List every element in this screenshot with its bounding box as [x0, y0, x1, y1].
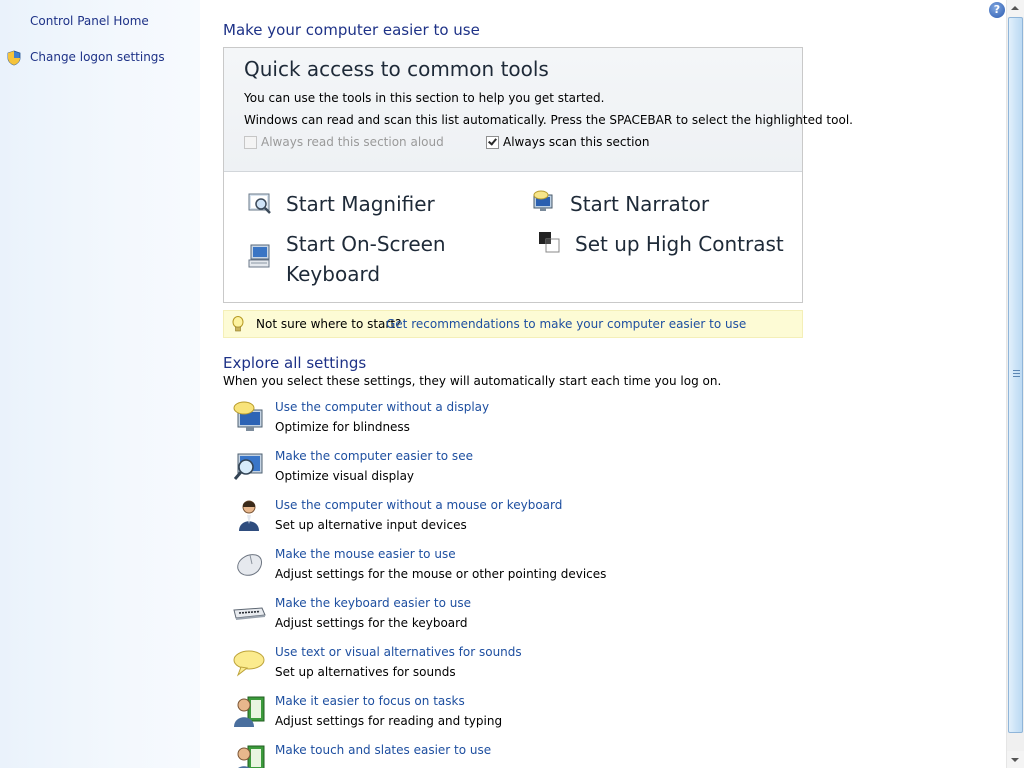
setting-desc: Optimize for blindness [275, 420, 410, 434]
quick-access-line2: Windows can read and scan this list auto… [244, 113, 853, 127]
scan-checkbox[interactable] [486, 135, 499, 149]
monitor-magnifier-icon [233, 453, 263, 480]
person-speaking-icon [239, 500, 259, 531]
setting-link[interactable]: Make touch and slates easier to use [275, 743, 491, 757]
control-panel-home-link[interactable]: Control Panel Home [30, 14, 149, 28]
on-screen-keyboard-icon [248, 244, 270, 268]
setting-desc: Adjust settings for the keyboard [275, 616, 468, 630]
scroll-down-button[interactable] [1007, 751, 1024, 768]
mouse-icon [237, 554, 262, 576]
scan-label: Always scan this section [503, 135, 650, 149]
setting-link[interactable]: Make the keyboard easier to use [275, 596, 471, 610]
grip-line [1013, 370, 1020, 371]
setting-link[interactable]: Make the computer easier to see [275, 449, 473, 463]
setting-sound-alternatives: Use text or visual alternatives for soun… [232, 645, 792, 685]
setting-mouse: Make the mouse easier to use Adjust sett… [232, 547, 792, 587]
explore-settings-title: Explore all settings [223, 354, 367, 372]
narrator-icon [533, 190, 553, 211]
checkmark-icon [488, 135, 497, 146]
setting-desc: Set up alternatives for sounds [275, 665, 456, 679]
monitor-speech-icon [233, 401, 263, 431]
read-aloud-option: Always read this section aloud [244, 135, 444, 149]
keyboard-icon [233, 607, 266, 620]
scroll-up-button[interactable] [1007, 0, 1024, 17]
left-nav-pane: Control Panel Home Change logon settings [0, 0, 200, 768]
person-book-icon [234, 696, 265, 727]
osk-label-line1: Start On-Screen [286, 232, 446, 256]
setting-touch-slates: Make touch and slates easier to use [232, 743, 792, 768]
start-magnifier-button[interactable]: Start Magnifier [286, 189, 435, 219]
read-aloud-checkbox[interactable] [244, 135, 257, 149]
setting-focus-tasks: Make it easier to focus on tasks Adjust … [232, 694, 792, 734]
page-title: Make your computer easier to use [223, 21, 480, 39]
start-narrator-button[interactable]: Start Narrator [570, 189, 709, 219]
get-recommendations-link[interactable]: Get recommendations to make your compute… [386, 317, 746, 331]
setting-desc: Adjust settings for reading and typing [275, 714, 503, 728]
high-contrast-icon [539, 232, 560, 253]
magnifier-icon [248, 193, 271, 214]
recommendation-tip-bar: Not sure where to start? Get recommendat… [223, 310, 803, 338]
arrow-up-icon [1011, 6, 1019, 10]
change-logon-settings-link[interactable]: Change logon settings [30, 50, 165, 64]
tip-text: Not sure where to start? [256, 317, 402, 331]
lightbulb-icon [232, 316, 244, 332]
shield-icon [7, 50, 21, 66]
setting-keyboard: Make the keyboard easier to use Adjust s… [232, 596, 792, 636]
grip-line [1013, 376, 1020, 377]
setting-desc: Optimize visual display [275, 469, 415, 483]
read-aloud-label: Always read this section aloud [261, 135, 444, 149]
setting-link[interactable]: Use the computer without a display [275, 400, 489, 414]
setting-without-mouse-keyboard: Use the computer without a mouse or keyb… [232, 498, 792, 538]
scan-option: Always scan this section [486, 135, 649, 149]
explore-settings-desc: When you select these settings, they wil… [223, 374, 722, 388]
quick-access-title: Quick access to common tools [244, 57, 549, 81]
start-on-screen-keyboard-button[interactable]: Start On-Screen Keyboard [286, 229, 446, 289]
setting-easier-to-see: Make the computer easier to see Optimize… [232, 449, 792, 489]
setup-high-contrast-button[interactable]: Set up High Contrast [575, 229, 784, 259]
quick-access-panel: Quick access to common tools You can use… [223, 47, 853, 303]
person-book-icon [237, 745, 265, 768]
setting-desc: Adjust settings for the mouse or other p… [275, 567, 607, 581]
grip-line [1013, 373, 1020, 374]
setting-link[interactable]: Make the mouse easier to use [275, 547, 456, 561]
main-content: Make your computer easier to use Quick a… [200, 0, 1006, 768]
vertical-scrollbar[interactable] [1006, 0, 1024, 768]
setting-link[interactable]: Make it easier to focus on tasks [275, 694, 465, 708]
speech-bubble-icon [233, 650, 265, 677]
arrow-down-icon [1011, 758, 1019, 762]
setting-link[interactable]: Use the computer without a mouse or keyb… [275, 498, 562, 512]
setting-link[interactable]: Use text or visual alternatives for soun… [275, 645, 522, 659]
scroll-thumb[interactable] [1008, 17, 1023, 733]
setting-desc: Set up alternative input devices [275, 518, 467, 532]
osk-label-line2: Keyboard [286, 262, 381, 286]
help-icon[interactable]: ? [989, 2, 1005, 18]
quick-access-line1: You can use the tools in this section to… [244, 91, 605, 105]
setting-without-display: Use the computer without a display Optim… [232, 400, 792, 440]
quick-access-header: Quick access to common tools You can use… [224, 48, 853, 172]
